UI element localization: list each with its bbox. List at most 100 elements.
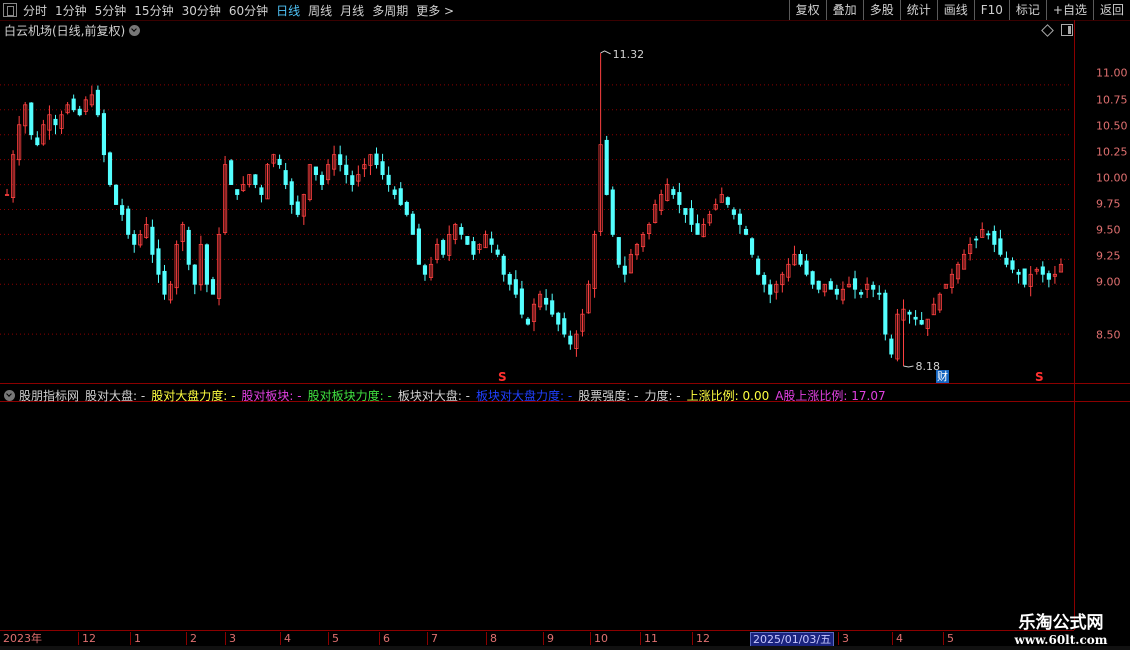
candle-down [132,234,137,245]
candle-down [513,279,518,295]
overlay-button[interactable]: 叠加 [825,0,863,20]
f10-button[interactable]: F10 [973,0,1009,20]
low-pointer [903,365,914,368]
candle-down [295,201,300,215]
candle-down [313,166,319,175]
candle-down [1022,268,1027,285]
candlestick-chart[interactable]: 11.328.18 [0,34,1072,380]
candle-down [762,274,767,285]
candle-down [556,312,561,325]
finance-marker[interactable]: 财 [936,370,949,383]
indicator-item: 股对板块: - [241,389,302,403]
add-watchlist-button[interactable]: +自选 [1045,0,1093,20]
candle-down [768,284,773,295]
fuquan-button[interactable]: 复权 [788,0,826,20]
high-pointer [600,50,611,55]
date-tick: 5 [943,632,954,645]
candle-down [422,265,428,275]
candle-down [913,316,918,320]
bottom-strip [0,646,1130,650]
mark-button[interactable]: 标记 [1008,0,1046,20]
period-tab[interactable]: 多周期 [372,2,408,19]
candle-down [798,254,803,265]
date-tick: 12 [78,632,96,645]
period-tab-active[interactable]: 日线 [276,2,300,19]
candle-down [604,139,609,195]
candle-down [992,230,997,245]
candle-down [871,284,876,290]
candle-down [283,170,288,185]
window-icon[interactable] [3,3,17,17]
period-tab[interactable]: 30分钟 [182,2,221,19]
candle-down [107,152,113,185]
candle-down [380,161,385,175]
more-periods-button[interactable]: 更多 > [416,2,454,19]
high-price-label: 11.32 [613,48,645,61]
main-panel-bottom-border [0,383,1130,384]
candle-down [344,164,349,175]
date-tick: 12 [692,632,710,645]
candle-down [489,238,494,245]
period-tab[interactable]: 1分钟 [55,2,87,19]
period-tab[interactable]: 60分钟 [229,2,268,19]
draw-line-button[interactable]: 画线 [936,0,974,20]
candle-down [392,189,397,195]
multi-stock-button[interactable]: 多股 [862,0,900,20]
indicator-item: 板块对大盘: - [397,389,471,403]
candle-down [689,208,694,225]
candle-down [120,205,125,215]
candle-down [156,248,161,275]
price-tick: 9.00 [1096,275,1121,289]
candle-down [350,175,355,185]
watermark-title: 乐淘公式网 [1018,613,1104,633]
candle-down [398,188,403,205]
indicator-item: 股对板块力度: - [307,389,392,403]
period-tab[interactable]: 分时 [23,2,47,19]
date-tick: 6 [379,632,390,645]
candle-down [725,197,730,205]
candle-down [113,184,119,205]
chevron-down-icon[interactable] [4,390,15,401]
date-tick: 2 [186,632,197,645]
period-tab[interactable]: 月线 [340,2,364,19]
date-tick: 9 [543,632,554,645]
indicator-title-row: 股朋指标网 股对大盘: - 股对大盘力度: - 股对板块: - 股对板块力度: … [4,387,892,404]
candle-down [150,226,155,255]
candle-down [550,300,555,315]
candle-down [695,223,700,235]
candle-down [1016,271,1021,275]
date-axis: 2023年 12 1 2 3 4 5 6 7 8 9 10 11 12 2025… [0,630,1074,647]
period-tab[interactable]: 15分钟 [134,2,173,19]
candle-down [277,158,282,166]
candle-down [883,292,888,335]
back-button[interactable]: 返回 [1092,0,1130,20]
price-tick: 9.50 [1096,223,1121,237]
candle-down [1010,260,1015,270]
price-tick: 9.75 [1096,197,1121,211]
price-tick: 10.75 [1096,93,1128,107]
candle-down [743,228,749,235]
candle-down [1046,273,1051,280]
indicator-item: 上涨比例: 0.00 [686,389,770,403]
stats-button[interactable]: 统计 [899,0,937,20]
candle-down [338,154,343,166]
candle-down [507,273,512,285]
candle-down [974,238,979,241]
candle-down [204,244,209,285]
candle-down [77,108,82,116]
candle-down [622,265,627,275]
indicator-item: 板块对大盘力度: - [476,389,573,403]
watermark-url: www.60lt.com [1014,633,1108,647]
candle-down [186,229,191,265]
candle-down [441,240,446,255]
candle-down [53,118,58,126]
price-axis-divider [1074,20,1075,384]
candle-down [126,208,131,235]
candle-down [471,241,476,255]
candle-down [404,201,409,215]
s-marker: S [498,370,507,384]
period-tab[interactable]: 周线 [308,2,332,19]
candle-down [810,271,815,285]
candle-down [410,213,415,235]
period-tab[interactable]: 5分钟 [95,2,127,19]
